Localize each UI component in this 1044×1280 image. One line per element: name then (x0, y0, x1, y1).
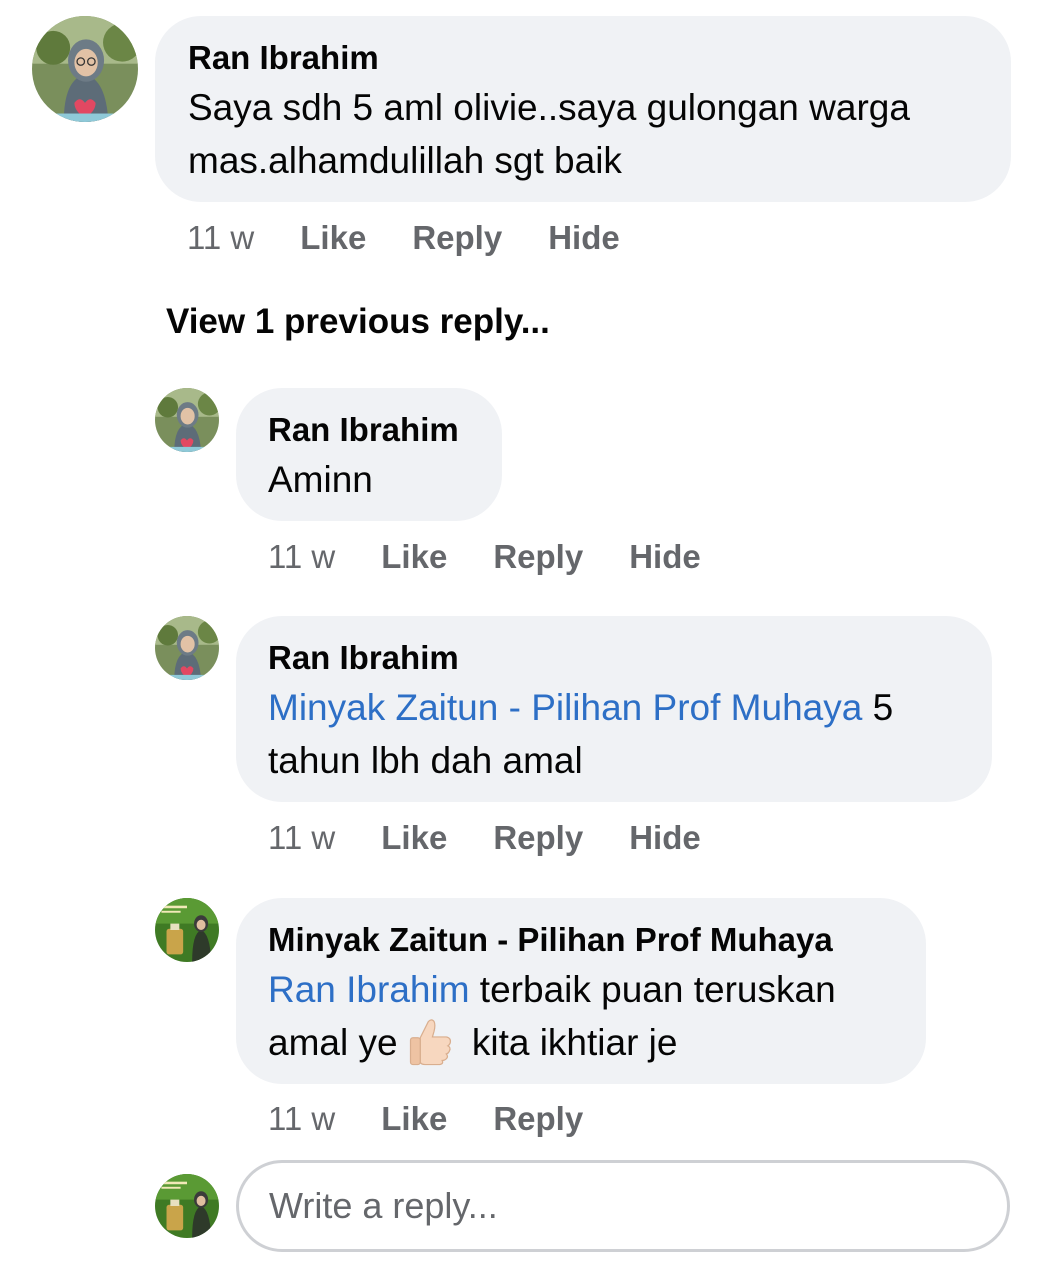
reply-actions: 11 w Like Reply Hide (268, 537, 747, 577)
thumbs-up-icon (409, 1019, 451, 1066)
reply-bubble: Minyak Zaitun - Pilihan Prof Muhaya Ran … (236, 898, 926, 1084)
like-button[interactable]: Like (381, 537, 447, 577)
reply-text: Ran Ibrahim terbaik puan teruskan amal y… (268, 963, 908, 1069)
view-previous-replies-link[interactable]: View 1 previous reply... (166, 300, 550, 344)
page-logo-icon (155, 1174, 219, 1238)
reply-bubble: Ran Ibrahim Minyak Zaitun - Pilihan Prof… (236, 616, 992, 802)
comment-bubble: Ran Ibrahim Saya sdh 5 aml olivie..saya … (155, 16, 1011, 202)
reply-timestamp[interactable]: 11 w (268, 818, 335, 858)
reply-button[interactable]: Reply (493, 1099, 583, 1139)
profile-photo-icon (155, 388, 219, 452)
like-button[interactable]: Like (300, 218, 366, 258)
page-logo-icon (155, 898, 219, 962)
hide-button[interactable]: Hide (629, 537, 701, 577)
avatar-ran-ibrahim[interactable] (155, 388, 219, 452)
reply-text-tail: kita ikhtiar je (461, 1022, 678, 1063)
reply-author[interactable]: Minyak Zaitun - Pilihan Prof Muhaya (268, 920, 926, 960)
avatar-ran-ibrahim[interactable] (155, 616, 219, 680)
comment-text: Saya sdh 5 aml olivie..saya gulongan war… (188, 87, 910, 181)
mention-link[interactable]: Minyak Zaitun - Pilihan Prof Muhaya (268, 687, 862, 728)
reply-actions: 11 w Like Reply (268, 1099, 629, 1139)
comment-actions: 11 w Like Reply Hide (187, 218, 666, 258)
profile-photo-icon (155, 616, 219, 680)
reply-text: Minyak Zaitun - Pilihan Prof Muhaya 5 ta… (268, 681, 968, 787)
current-user-avatar[interactable] (155, 1174, 219, 1238)
reply-actions: 11 w Like Reply Hide (268, 818, 747, 858)
like-button[interactable]: Like (381, 818, 447, 858)
avatar-minyak-zaitun[interactable] (155, 898, 219, 962)
reply-bubble: Ran Ibrahim Aminn (236, 388, 502, 521)
profile-photo-icon (32, 16, 138, 122)
hide-button[interactable]: Hide (629, 818, 701, 858)
mention-link[interactable]: Ran Ibrahim (268, 969, 470, 1010)
reply-button[interactable]: Reply (493, 818, 583, 858)
like-button[interactable]: Like (381, 1099, 447, 1139)
avatar-ran-ibrahim[interactable] (32, 16, 138, 122)
comment-author[interactable]: Ran Ibrahim (188, 38, 1011, 78)
reply-button[interactable]: Reply (493, 537, 583, 577)
reply-text: Aminn (268, 459, 373, 500)
reply-author[interactable]: Ran Ibrahim (268, 410, 502, 450)
reply-button[interactable]: Reply (412, 218, 502, 258)
reply-input[interactable] (236, 1160, 1010, 1252)
comment-timestamp[interactable]: 11 w (187, 218, 254, 258)
reply-timestamp[interactable]: 11 w (268, 537, 335, 577)
reply-author[interactable]: Ran Ibrahim (268, 638, 992, 678)
reply-timestamp[interactable]: 11 w (268, 1099, 335, 1139)
hide-button[interactable]: Hide (548, 218, 620, 258)
